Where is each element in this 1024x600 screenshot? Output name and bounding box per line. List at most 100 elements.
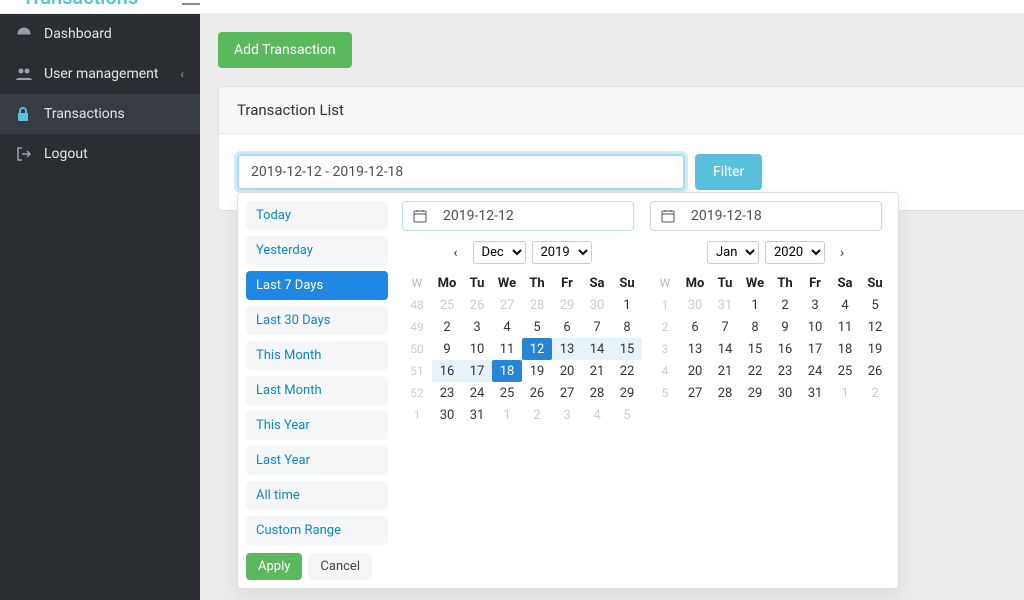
calendar-day[interactable]: 16 [770, 338, 800, 360]
calendar-day[interactable]: 5 [522, 316, 552, 338]
calendar-day: 30 [582, 294, 612, 316]
year-select[interactable]: 2019 [532, 241, 592, 264]
calendar-day[interactable]: 24 [800, 360, 830, 382]
next-month-icon[interactable]: › [831, 245, 853, 261]
calendar-day[interactable]: 17 [800, 338, 830, 360]
calendar-day[interactable]: 17 [462, 360, 492, 382]
calendar-day: 31 [710, 294, 740, 316]
calendar-day[interactable]: 28 [582, 382, 612, 404]
sidebar-item-label: Transactions [44, 106, 125, 122]
calendar-day[interactable]: 7 [710, 316, 740, 338]
month-select[interactable]: Jan [707, 241, 759, 264]
calendar-day[interactable]: 4 [830, 294, 860, 316]
range-preset[interactable]: This Month [246, 341, 388, 370]
calendar-day[interactable]: 6 [552, 316, 582, 338]
calendar-day[interactable]: 20 [680, 360, 710, 382]
calendar-day[interactable]: 26 [860, 360, 890, 382]
year-select[interactable]: 2020 [765, 241, 825, 264]
range-preset[interactable]: This Year [246, 411, 388, 440]
add-transaction-button[interactable]: Add Transaction [218, 32, 352, 68]
range-preset[interactable]: Last 30 Days [246, 306, 388, 335]
calendar-day[interactable]: 15 [740, 338, 770, 360]
calendar-day[interactable]: 5 [860, 294, 890, 316]
card-header: Transaction List [219, 87, 1024, 134]
calendar-day: 4 [582, 404, 612, 426]
calendar-day[interactable]: 13 [680, 338, 710, 360]
calendar-day[interactable]: 27 [680, 382, 710, 404]
calendar-day[interactable]: 18 [492, 360, 522, 382]
filter-button[interactable]: Filter [695, 154, 762, 190]
calendar-day[interactable]: 8 [740, 316, 770, 338]
calendar-day[interactable]: 9 [432, 338, 462, 360]
range-preset[interactable]: Yesterday [246, 236, 388, 265]
calendar-date-input[interactable]: 2019-12-18 [650, 201, 882, 231]
calendar-day[interactable]: 25 [830, 360, 860, 382]
hamburger-icon[interactable] [182, 0, 200, 9]
calendar-day[interactable]: 30 [770, 382, 800, 404]
calendar-day[interactable]: 24 [462, 382, 492, 404]
calendar-day[interactable]: 29 [740, 382, 770, 404]
calendar-day[interactable]: 4 [492, 316, 522, 338]
calendar-day[interactable]: 28 [710, 382, 740, 404]
calendar-day[interactable]: 15 [612, 338, 642, 360]
calendar-day[interactable]: 18 [830, 338, 860, 360]
calendar-day[interactable]: 10 [800, 316, 830, 338]
calendar-day[interactable]: 7 [582, 316, 612, 338]
sidebar-item-transactions[interactable]: Transactions [0, 94, 200, 134]
calendar-day[interactable]: 26 [522, 382, 552, 404]
month-select[interactable]: Dec [473, 241, 526, 264]
calendar-day[interactable]: 10 [462, 338, 492, 360]
calendar-day: 27 [492, 294, 522, 316]
calendar-day[interactable]: 3 [800, 294, 830, 316]
calendar-day[interactable]: 6 [680, 316, 710, 338]
calendar-date-input[interactable]: 2019-12-12 [402, 201, 634, 231]
apply-button[interactable]: Apply [246, 553, 302, 580]
calendar-day[interactable]: 19 [860, 338, 890, 360]
calendar-day[interactable]: 3 [462, 316, 492, 338]
brand-title: Transactions [22, 0, 138, 9]
calendar-day[interactable]: 8 [612, 316, 642, 338]
calendar-day[interactable]: 1 [612, 294, 642, 316]
calendar-day[interactable]: 12 [860, 316, 890, 338]
cancel-button[interactable]: Cancel [308, 553, 372, 580]
sidebar-item-dashboard[interactable]: Dashboard [0, 14, 200, 54]
calendar-day[interactable]: 31 [800, 382, 830, 404]
calendar-day[interactable]: 16 [432, 360, 462, 382]
calendar-day[interactable]: 13 [552, 338, 582, 360]
calendar-day: 28 [522, 294, 552, 316]
range-preset[interactable]: Last Month [246, 376, 388, 405]
sidebar-item-logout[interactable]: Logout [0, 134, 200, 174]
range-preset[interactable]: Today [246, 201, 388, 230]
calendar-day[interactable]: 12 [522, 338, 552, 360]
calendar-day[interactable]: 11 [830, 316, 860, 338]
calendar-day: 30 [680, 294, 710, 316]
calendar-day[interactable]: 11 [492, 338, 522, 360]
calendar-day[interactable]: 30 [432, 404, 462, 426]
prev-month-icon[interactable]: ‹ [445, 245, 467, 261]
calendar-day[interactable]: 2 [432, 316, 462, 338]
calendar-day[interactable]: 22 [612, 360, 642, 382]
calendar-day[interactable]: 29 [612, 382, 642, 404]
calendar-day[interactable]: 20 [552, 360, 582, 382]
range-preset[interactable]: Last Year [246, 446, 388, 475]
calendar-day[interactable]: 21 [582, 360, 612, 382]
calendar-day[interactable]: 23 [770, 360, 800, 382]
calendar-day[interactable]: 25 [492, 382, 522, 404]
calendar-day[interactable]: 19 [522, 360, 552, 382]
date-range-input[interactable] [237, 154, 685, 190]
calendar-day[interactable]: 1 [740, 294, 770, 316]
range-preset[interactable]: Custom Range [246, 516, 388, 545]
calendar-right: 2019-12-18Jan2020›WMoTuWeThFrSaSu1303112… [642, 201, 890, 580]
calendar-day[interactable]: 14 [582, 338, 612, 360]
range-preset[interactable]: Last 7 Days [246, 271, 388, 300]
calendar-day[interactable]: 31 [462, 404, 492, 426]
calendar-day[interactable]: 27 [552, 382, 582, 404]
calendar-day[interactable]: 23 [432, 382, 462, 404]
calendar-day[interactable]: 22 [740, 360, 770, 382]
calendar-day[interactable]: 9 [770, 316, 800, 338]
calendar-day[interactable]: 21 [710, 360, 740, 382]
calendar-day[interactable]: 14 [710, 338, 740, 360]
range-preset[interactable]: All time [246, 481, 388, 510]
calendar-day[interactable]: 2 [770, 294, 800, 316]
sidebar-item-user-management[interactable]: User management ‹ [0, 54, 200, 94]
